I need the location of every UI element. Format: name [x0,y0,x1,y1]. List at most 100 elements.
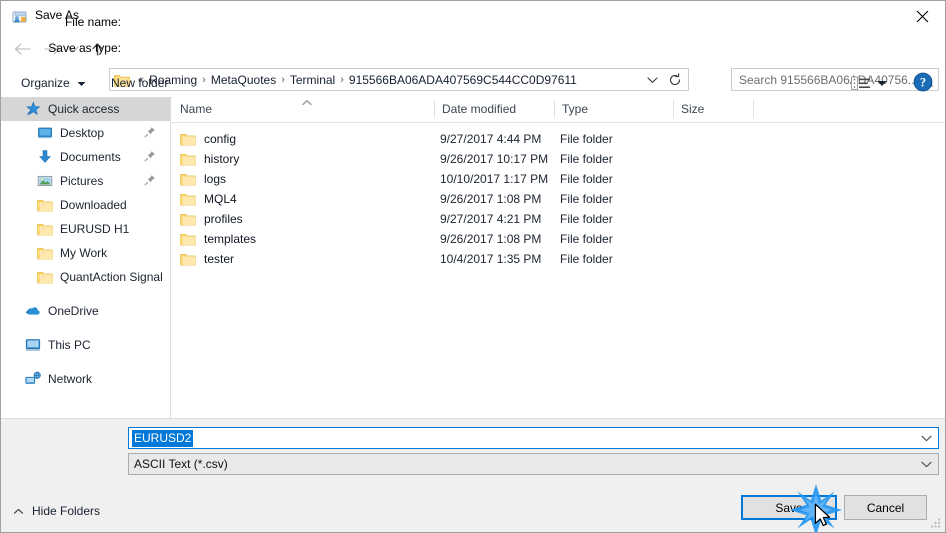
pin-icon[interactable] [144,150,156,162]
column-header-name[interactable]: Name [172,97,434,121]
column-header-label: Date modified [442,102,517,116]
hide-folders-button[interactable]: Hide Folders [13,501,100,521]
file-name-value: EURUSD2 [132,429,194,447]
caret-down-icon [77,76,86,90]
sidebar-item-quantaction-signal[interactable]: QuantAction Signal [1,265,170,289]
file-date-cell: 9/26/2017 1:08 PM [440,192,542,206]
save-as-type-chevron-down-icon[interactable] [917,454,935,474]
sidebar-item-label: OneDrive [48,304,99,318]
organize-button[interactable]: Organize [15,72,92,93]
title-bar: Save As [1,1,945,33]
file-name-label: config [204,132,237,146]
new-folder-button[interactable]: New folder [105,72,174,93]
file-type-cell: File folder [560,232,613,246]
sidebar-item-my-work[interactable]: My Work [1,241,170,265]
table-row[interactable]: templates 9/26/2017 1:08 PM File folder [172,229,945,249]
command-bar: Organize New folder ? [1,67,945,98]
save-button[interactable]: Save [741,495,837,520]
save-as-dialog: Save As « Roaming › MetaQuotes › Termina… [0,0,946,533]
file-name-cell: history [180,152,239,166]
sidebar-item-this-pc[interactable]: This PC [1,333,170,357]
file-date-cell: 10/10/2017 1:17 PM [440,172,549,186]
folder-icon [37,245,53,261]
view-details-icon[interactable] [849,73,873,93]
sidebar-item-documents[interactable]: Documents [1,145,170,169]
file-name-label: File name: [64,15,121,29]
sidebar-item-pictures[interactable]: Pictures [1,169,170,193]
column-header-label: Size [681,102,705,116]
sidebar-item-label: Quick access [48,102,120,116]
file-type-cell: File folder [560,192,613,206]
sidebar-item-label: My Work [60,246,108,260]
file-name-label: profiles [204,212,243,226]
file-name-label: templates [204,232,257,246]
sidebar-item-desktop[interactable]: Desktop [1,121,170,145]
folder-icon [180,212,196,226]
resize-grip-icon[interactable] [929,517,942,530]
navigation-bar: « Roaming › MetaQuotes › Terminal › 9155… [1,32,945,91]
folder-icon [180,252,196,266]
navigation-sidebar: Quick access Desktop Documents Pictures … [1,97,171,418]
file-name-label: MQL4 [204,192,237,206]
table-row[interactable]: profiles 9/27/2017 4:21 PM File folder [172,209,945,229]
table-row[interactable]: config 9/27/2017 4:44 PM File folder [172,129,945,149]
file-date-cell: 9/26/2017 1:08 PM [440,232,542,246]
save-button-label: Save [775,500,803,515]
column-divider[interactable] [753,100,754,118]
file-list-pane: Name Date modified Type Size config 9/27… [172,97,945,418]
close-icon[interactable] [899,1,945,31]
column-header-label: Type [562,102,589,116]
folder-icon [37,197,53,213]
column-header-date-modified[interactable]: Date modified [434,97,554,121]
this-pc-monitor-icon [25,337,41,353]
hide-folders-label: Hide Folders [32,504,101,518]
table-row[interactable]: logs 10/10/2017 1:17 PM File folder [172,169,945,189]
table-row[interactable]: history 9/26/2017 10:17 PM File folder [172,149,945,169]
folder-icon [180,232,196,246]
file-name-label: tester [204,252,235,266]
sidebar-item-label: QuantAction Signal [60,270,163,284]
onedrive-cloud-icon [25,303,41,319]
pin-icon[interactable] [144,126,156,138]
documents-download-icon [37,149,53,165]
svg-text:?: ? [920,76,926,90]
view-mode-caret-down-icon[interactable] [873,73,891,93]
sidebar-item-network[interactable]: Network [1,367,170,391]
folder-icon [37,269,53,285]
help-icon[interactable]: ? [913,72,933,92]
file-type-cell: File folder [560,152,613,166]
column-header-size[interactable]: Size [673,97,753,121]
sidebar-item-onedrive[interactable]: OneDrive [1,299,170,323]
file-name-input[interactable]: EURUSD2 [128,427,939,449]
caret-up-icon [13,508,24,515]
save-as-type-value: ASCII Text (*.csv) [134,457,228,471]
table-row[interactable]: MQL4 9/26/2017 1:08 PM File folder [172,189,945,209]
file-name-label: logs [204,172,227,186]
save-as-type-label: Save as type: [48,41,121,55]
folder-icon [180,132,196,146]
file-name-cell: MQL4 [180,192,237,206]
file-name-chevron-down-icon[interactable] [917,428,935,448]
table-row[interactable]: tester 10/4/2017 1:35 PM File folder [172,249,945,269]
file-name-cell: config [180,132,236,146]
file-date-cell: 9/26/2017 10:17 PM [440,152,549,166]
network-icon [25,371,41,387]
sidebar-item-quick-access[interactable]: Quick access [1,97,170,121]
sidebar-item-eurusd-h1[interactable]: EURUSD H1 [1,217,170,241]
pictures-icon [37,173,53,189]
cancel-button[interactable]: Cancel [844,495,927,520]
save-as-type-select[interactable]: ASCII Text (*.csv) [128,453,939,475]
file-name-cell: tester [180,252,234,266]
file-name-cell: profiles [180,212,243,226]
sidebar-item-downloaded[interactable]: Downloaded [1,193,170,217]
file-name-cell: templates [180,232,256,246]
column-header-type[interactable]: Type [554,97,673,121]
pin-icon[interactable] [144,174,156,186]
folder-icon [180,192,196,206]
sidebar-item-label: This PC [48,338,91,352]
file-type-cell: File folder [560,212,613,226]
file-name-label: history [204,152,240,166]
file-date-cell: 9/27/2017 4:21 PM [440,212,542,226]
